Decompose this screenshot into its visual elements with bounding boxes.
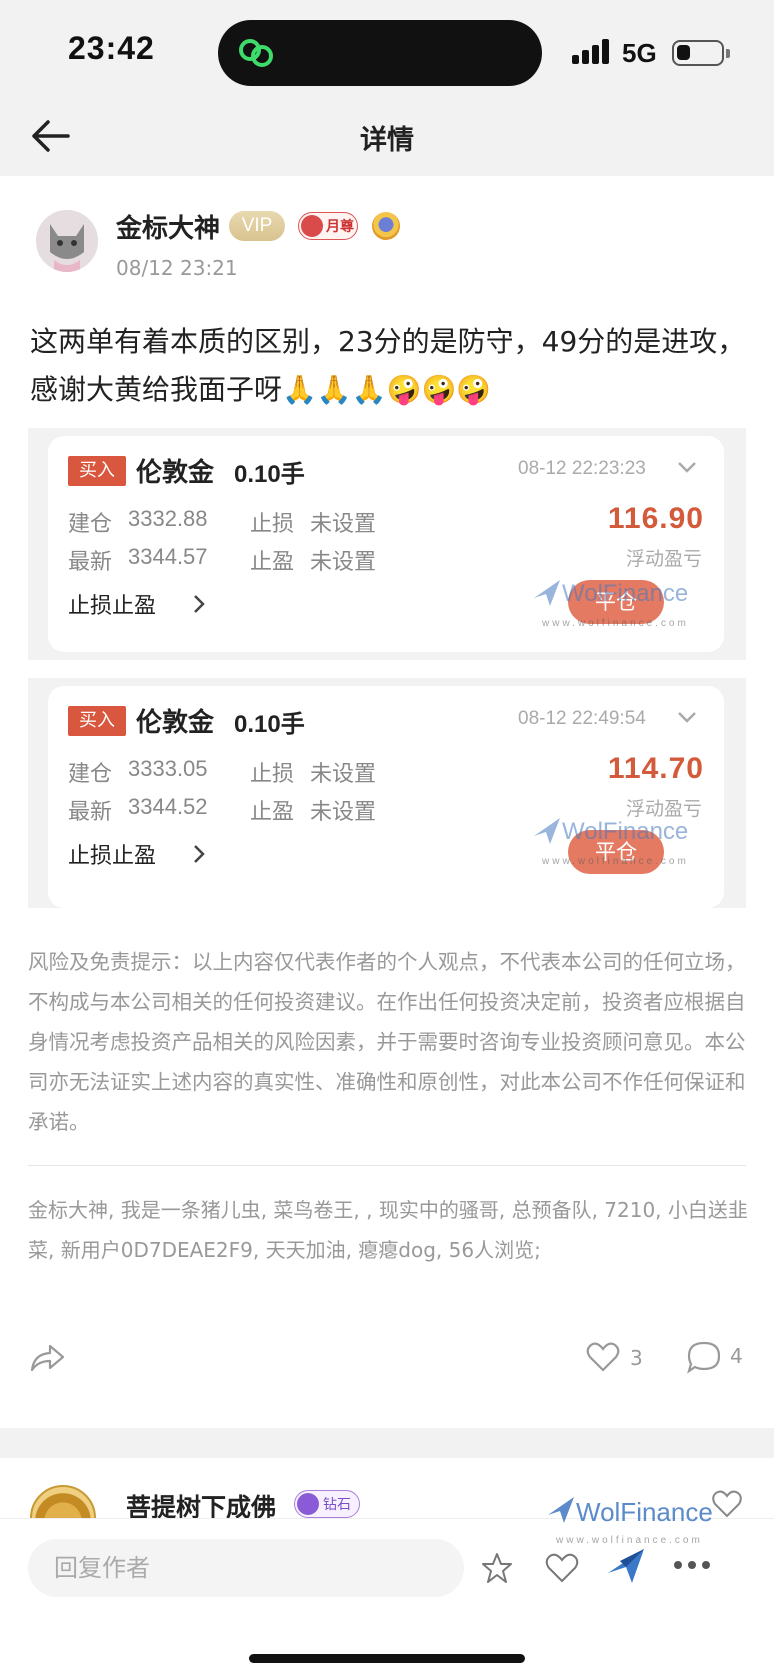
status-time: 23:42 [68,30,155,66]
trade-card-wrapper: 买入 伦敦金 0.10手 08-12 22:23:23 建仓 3332.88 止… [28,428,746,660]
author-avatar[interactable] [36,210,98,272]
diamond-badge: 钻石 [294,1490,360,1518]
more-icon[interactable] [674,1561,710,1573]
wolfinance-bird-icon [534,818,560,844]
dynamic-island [218,20,542,86]
product-name: 伦敦金 [136,708,215,738]
chevron-down-icon[interactable] [676,458,698,476]
star-icon[interactable] [480,1551,514,1585]
watermark-url: www.wolfinance.com [542,856,689,867]
open-label: 建仓 [68,762,113,787]
status-bar: 23:42 5G [0,0,774,100]
floating-pnl: 114.70 [607,752,704,785]
risk-disclaimer: 风险及免责提示：以上内容仅代表作者的个人观点，不代表本公司的任何立场，不构成与本… [28,950,746,1134]
watermark-brand: WolFinance [562,580,689,607]
stop-loss-value: 未设置 [310,762,377,787]
stop-loss-label: 止损 [250,762,295,787]
viewer-list: 金标大神, 我是一条猪儿虫, 菜鸟卷王, , 现实中的骚哥, 总预备队, 721… [28,1198,748,1262]
month-badge: 月尊 [298,212,358,240]
signal-icon [572,38,612,64]
reply-input[interactable] [28,1539,464,1597]
lot-size: 0.10手 [234,461,305,488]
heart-icon[interactable] [586,1342,620,1372]
nav-bar: 详情 [0,100,774,176]
post-content: 这两单有着本质的区别，23分的是防守，49分的是进攻，感谢大黄给我面子呀🙏🙏🙏🤪… [30,325,746,406]
open-label: 建仓 [68,512,113,537]
comment-icon[interactable] [686,1340,722,1374]
lot-size: 0.10手 [234,711,305,738]
chevron-right-icon [194,845,205,863]
watermark-brand: WolFinance [562,818,689,845]
buy-tag: 买入 [68,456,126,486]
share-icon[interactable] [28,1342,66,1374]
watermark-brand: WolFinance [576,1497,713,1527]
comment-count: 4 [730,1344,743,1368]
take-profit-value: 未设置 [310,800,377,825]
vip-badge: VIP [229,211,285,241]
latest-price: 3344.52 [128,794,208,819]
wolfinance-bird-icon [534,580,560,606]
section-gap [0,1428,774,1458]
battery-icon [672,40,730,66]
heart-icon[interactable] [545,1553,579,1583]
watermark-url: www.wolfinance.com [542,618,689,629]
open-price: 3333.05 [128,756,208,781]
stop-loss-label: 止损 [250,512,295,537]
stop-loss-value: 未设置 [310,512,377,537]
divider [28,1165,746,1166]
sltp-link[interactable]: 止损止盈 [68,838,156,870]
month-badge-label: 月尊 [326,219,354,235]
medal-icon [372,212,400,240]
latest-label: 最新 [68,800,113,825]
home-indicator[interactable] [249,1654,525,1663]
trade-time: 08-12 22:23:23 [518,458,646,479]
screen: 23:42 5G 详情 金标大神 VIP 月尊 08/12 23:21 这两单有… [0,0,774,1677]
battery-fill [677,45,690,60]
floating-pnl-label: 浮动盈亏 [625,798,702,820]
page-title: 详情 [360,125,414,156]
chevron-down-icon[interactable] [676,708,698,726]
trade-card-wrapper: 买入 伦敦金 0.10手 08-12 22:49:54 建仓 3333.05 止… [28,678,746,908]
latest-label: 最新 [68,550,113,575]
diamond-badge-label: 钻石 [323,1497,351,1513]
bottom-bar: WolFinance www.wolfinance.com [0,1497,774,1677]
diamond-icon [297,1493,319,1515]
chevron-right-icon [194,595,205,613]
post-timestamp: 08/12 23:21 [116,256,238,280]
open-price: 3332.88 [128,506,208,531]
author-name[interactable]: 金标大神 [116,208,220,245]
network-type: 5G [622,38,657,68]
wolfinance-bird-icon [548,1497,574,1523]
wolfinance-bird-icon[interactable] [606,1547,646,1585]
cat-avatar-image [36,210,98,272]
take-profit-label: 止盈 [250,550,295,575]
rank-icon [301,215,323,237]
floating-pnl: 116.90 [607,502,704,535]
floating-pnl-label: 浮动盈亏 [625,548,702,570]
trade-card[interactable]: 买入 伦敦金 0.10手 08-12 22:23:23 建仓 3332.88 止… [48,436,724,652]
sltp-link[interactable]: 止损止盈 [68,588,156,620]
trade-card[interactable]: 买入 伦敦金 0.10手 08-12 22:49:54 建仓 3333.05 止… [48,686,724,908]
take-profit-label: 止盈 [250,800,295,825]
buy-tag: 买入 [68,706,126,736]
link-icon [239,39,273,67]
product-name: 伦敦金 [136,458,215,488]
like-count: 3 [630,1346,643,1370]
latest-price: 3344.57 [128,544,208,569]
trade-time: 08-12 22:49:54 [518,708,646,729]
watermark-url: www.wolfinance.com [556,1535,703,1546]
take-profit-value: 未设置 [310,550,377,575]
heart-icon[interactable] [712,1490,742,1518]
